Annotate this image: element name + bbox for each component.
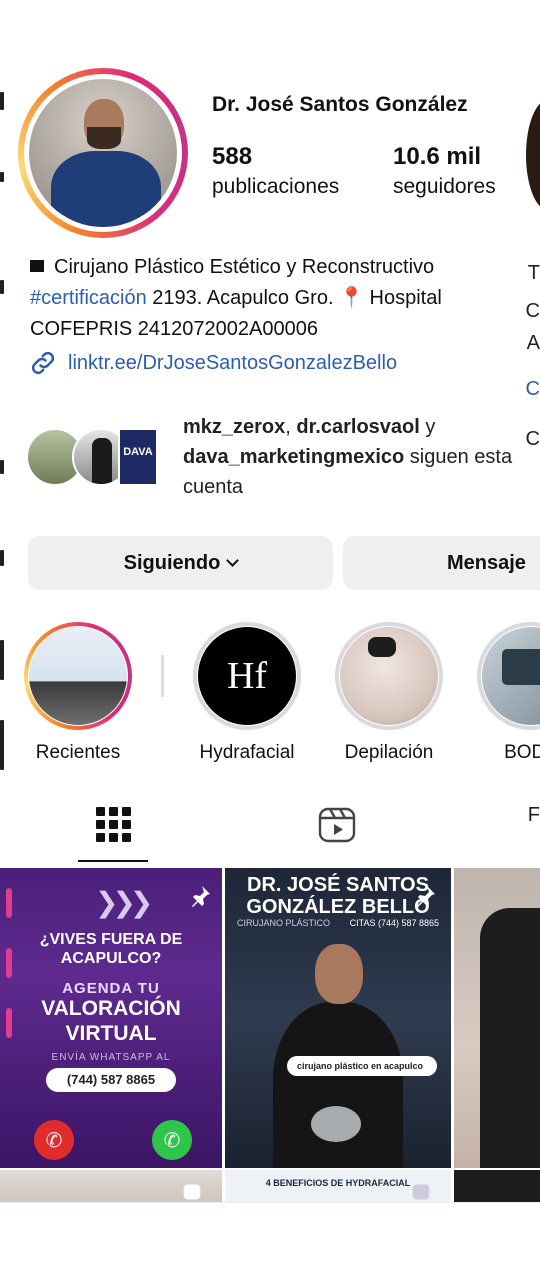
post-reel-1[interactable]: [0, 1170, 222, 1202]
phone-pill: (744) 587 8865: [46, 1068, 176, 1092]
post-main-title: VALORACIÓN VIRTUAL: [41, 997, 181, 1045]
mutual-followers-avatars[interactable]: DAVA: [26, 428, 158, 488]
post-doctor-profile[interactable]: DR. JOSÉ SANTOS GONZÁLEZ BELLO CIRUJANO …: [225, 868, 451, 1168]
highlight-label: BODY: [504, 742, 540, 763]
link-text: linktr.ee/DrJoseSantosGonzalezBello: [68, 351, 398, 374]
profile-link[interactable]: linktr.ee/DrJoseSantosGonzalezBello: [28, 348, 397, 378]
avatar: DAVA: [118, 428, 158, 486]
implant-shape: [311, 1106, 361, 1142]
post-role: CIRUJANO PLÁSTICO: [237, 918, 331, 928]
highlight-label: Depilación: [344, 742, 434, 763]
reels-icon: [412, 1184, 430, 1200]
post-subheading: AGENDA TU: [62, 980, 160, 997]
pin-icon: [417, 886, 435, 907]
hashtag-link[interactable]: #certificación: [30, 287, 147, 309]
message-button[interactable]: Mensaje: [343, 536, 540, 590]
post-search-bar: cirujano plástico en acapulco: [287, 1056, 437, 1076]
tab-posts-grid[interactable]: [94, 805, 134, 845]
highlight-label: Recientes: [35, 742, 121, 763]
divider: [0, 1202, 540, 1203]
post-hydrafacial-benefits[interactable]: 4 BENEFICIOS DE HYDRAFACIAL: [225, 1170, 451, 1202]
highlight-label: Hydrafacial: [199, 742, 295, 763]
phone-hangup-icon: ✆: [34, 1120, 74, 1160]
grid-icon: [96, 807, 134, 842]
black-square-icon: [30, 260, 44, 272]
posts-count: 588: [212, 143, 253, 170]
post-citas: CITAS (744) 587 8865: [349, 918, 439, 928]
bio-line-3: COFEPRIS 2412072002A00006: [30, 318, 318, 340]
highlight-body[interactable]: BODY: [477, 622, 540, 764]
chevron-down-icon: [226, 553, 240, 567]
post-valoracion-virtual[interactable]: ❯❯❯ ¿VIVES FUERA DE ACAPULCO? AGENDA TU …: [0, 868, 222, 1168]
left-edge-strip: [0, 80, 5, 800]
profile-bio: Cirujano Plástico Estético y Reconstruct…: [30, 252, 530, 345]
tab-reels[interactable]: [318, 805, 358, 845]
bio-line-2: #certificación 2193. Acapulco Gro. 📍 Hos…: [30, 287, 442, 309]
followers-count: 10.6 mil: [393, 143, 482, 170]
reels-icon: [183, 1184, 201, 1200]
profile-name: Dr. José Santos González: [212, 93, 468, 116]
highlight-divider: [161, 655, 164, 697]
posts-label: publicaciones: [212, 175, 340, 198]
post-note: ENVÍA WHATSAPP AL: [51, 1052, 171, 1063]
pin-icon: [192, 886, 210, 907]
phone-answer-icon: ✆: [152, 1120, 192, 1160]
followers-label: seguidores: [393, 175, 496, 198]
highlight-depilacion[interactable]: Depilación: [335, 622, 443, 764]
highlight-hydrafacial[interactable]: Hf Hydrafacial: [193, 622, 301, 764]
bio-line-1: Cirujano Plástico Estético y Reconstruct…: [30, 252, 530, 283]
post-heading: ¿VIVES FUERA DE ACAPULCO?: [39, 931, 183, 967]
link-icon: [31, 351, 55, 375]
post-dark[interactable]: [454, 1170, 540, 1202]
profile-avatar[interactable]: [18, 68, 188, 238]
posts-stat[interactable]: 588 publicaciones: [212, 143, 339, 199]
following-button-label: Siguiendo: [123, 551, 221, 574]
message-button-label: Mensaje: [447, 551, 526, 574]
followers-stat[interactable]: 10.6 mil seguidores: [393, 143, 496, 199]
active-tab-indicator: [78, 860, 148, 862]
post-body-photo[interactable]: [454, 868, 540, 1168]
reels-icon: [318, 807, 356, 843]
chevrons-decoration: ❯❯❯: [95, 887, 153, 918]
followed-by-text[interactable]: mkz_zerox, dr.carlosvaol y dava_marketin…: [183, 412, 533, 502]
highlight-recientes[interactable]: Recientes: [24, 622, 132, 764]
following-button[interactable]: Siguiendo: [28, 536, 333, 590]
